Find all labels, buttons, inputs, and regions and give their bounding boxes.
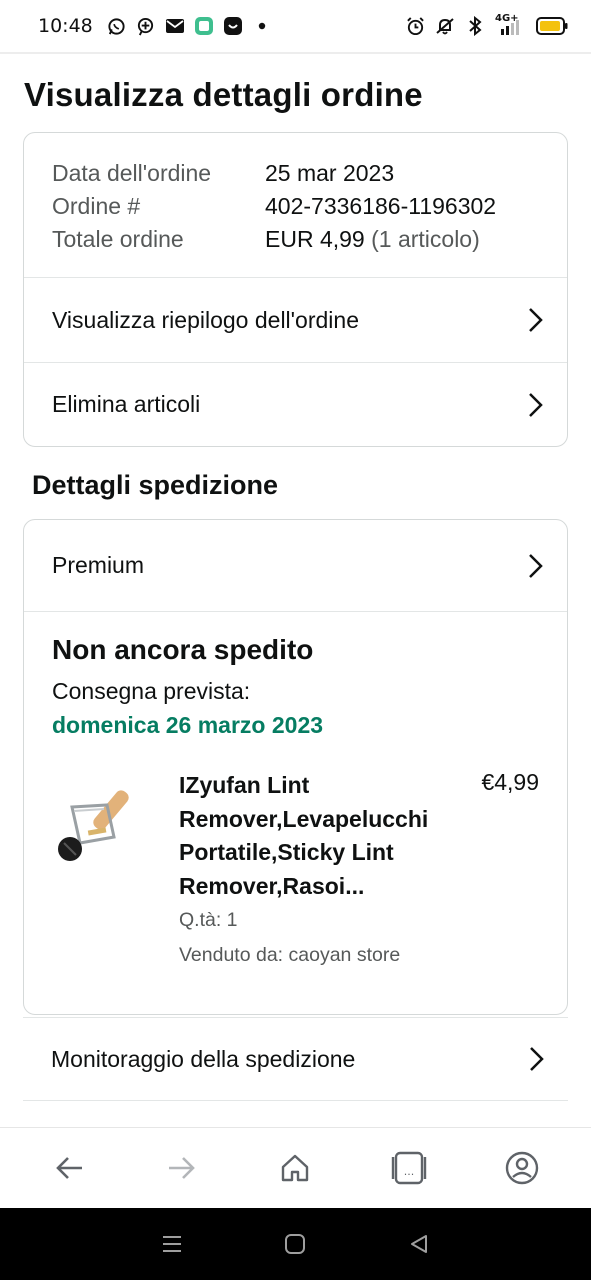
status-bar: 10:48 4G+ (0, 0, 591, 52)
chevron-right-icon (529, 392, 543, 417)
order-item: IZyufan Lint Remover,Levapelucchi Portat… (52, 769, 539, 967)
order-date-value: 25 mar 2023 (265, 160, 395, 186)
view-order-summary-label: Visualizza riepilogo dell'ordine (52, 306, 359, 333)
order-number-value: 402-7336186-1196302 (265, 193, 497, 219)
system-icons: 4G+ (405, 13, 569, 36)
home-icon (282, 1154, 309, 1182)
status-time: 10:48 (38, 15, 93, 37)
order-summary-card: Data dell'ordine 25 mar 2023 Ordine # 40… (23, 132, 568, 447)
order-item-count: (1 articolo) (371, 226, 480, 252)
battery-icon (535, 16, 569, 36)
chevron-right-icon (530, 1047, 544, 1071)
order-number-row: Ordine # 402-7336186-1196302 (52, 190, 539, 223)
browser-toolbar: ... (0, 1127, 591, 1208)
tabs-indicator: ... (404, 1165, 415, 1178)
item-quantity: Q.tà: 1 (179, 909, 238, 931)
shipping-service-link[interactable]: Premium (24, 520, 567, 612)
forward-arrow-icon (169, 1157, 195, 1179)
shipping-service-label: Premium (52, 552, 145, 578)
back-nav-button[interactable] (394, 1219, 444, 1269)
order-total-value: EUR 4,99 (1 articolo) (265, 223, 480, 256)
order-date-row: Data dell'ordine 25 mar 2023 (52, 157, 539, 190)
whatsapp-icon (107, 16, 127, 36)
recent-apps-icon (162, 1236, 181, 1252)
app-dark-icon (223, 16, 243, 36)
item-seller: Venduto da: caoyan store (179, 944, 401, 966)
delete-items-label: Elimina articoli (52, 391, 201, 417)
shipment-details: Non ancora spedito Consegna prevista: do… (24, 612, 567, 967)
order-total-amount: EUR 4,99 (265, 226, 365, 252)
track-shipment-label: Monitoraggio della spedizione (51, 1045, 356, 1072)
delete-items-link[interactable]: Elimina articoli (24, 362, 567, 446)
bluetooth-icon (465, 16, 485, 36)
order-total-label: Totale ordine (52, 226, 184, 252)
account-button[interactable] (490, 1136, 554, 1200)
delivery-date: domenica 26 marzo 2023 (52, 712, 324, 738)
order-total-row: Totale ordine EUR 4,99 (1 articolo) (52, 223, 539, 256)
track-shipment-link[interactable]: Monitoraggio della spedizione (23, 1017, 568, 1101)
back-triangle-icon (411, 1235, 428, 1253)
home-circle-icon (285, 1234, 306, 1254)
mute-icon (435, 16, 455, 36)
tabs-button[interactable]: ... (377, 1136, 441, 1200)
order-summary: Data dell'ordine 25 mar 2023 Ordine # 40… (24, 133, 567, 278)
alarm-icon (405, 16, 425, 36)
back-arrow-icon (55, 1157, 82, 1179)
notification-icons (107, 16, 272, 36)
home-nav-button[interactable] (270, 1219, 320, 1269)
shipment-card: Premium Non ancora spedito Consegna prev… (23, 519, 568, 1015)
forward-button[interactable] (150, 1136, 214, 1200)
network-label: 4G+ (495, 13, 519, 24)
delivery-label: Consegna prevista: (52, 678, 251, 704)
page-title: Visualizza dettagli ordine (24, 76, 423, 113)
tabs-icon: ... (391, 1151, 427, 1185)
mail-icon (165, 16, 185, 36)
dot-icon (252, 16, 272, 36)
item-price: €4,99 (481, 769, 539, 795)
signal-plus-icon (136, 16, 156, 36)
view-order-summary-link[interactable]: Visualizza riepilogo dell'ordine (24, 278, 567, 362)
network-4g-icon: 4G+ (495, 13, 525, 36)
home-button[interactable] (263, 1136, 327, 1200)
android-nav-bar (0, 1208, 591, 1280)
app-square-icon (194, 16, 214, 36)
status-divider (0, 52, 591, 54)
order-date-label: Data dell'ordine (52, 160, 212, 186)
item-info: IZyufan Lint Remover,Levapelucchi Portat… (179, 769, 449, 967)
shipping-section-title: Dettagli spedizione (32, 470, 279, 500)
recent-apps-button[interactable] (147, 1219, 197, 1269)
account-icon (506, 1151, 539, 1185)
order-number-label: Ordine # (52, 193, 141, 219)
item-title[interactable]: IZyufan Lint Remover,Levapelucchi Portat… (179, 769, 449, 903)
chevron-right-icon (529, 553, 543, 578)
product-image[interactable] (52, 777, 152, 877)
shipment-status: Non ancora spedito (52, 634, 314, 665)
back-button[interactable] (37, 1136, 101, 1200)
chevron-right-icon (529, 308, 543, 332)
